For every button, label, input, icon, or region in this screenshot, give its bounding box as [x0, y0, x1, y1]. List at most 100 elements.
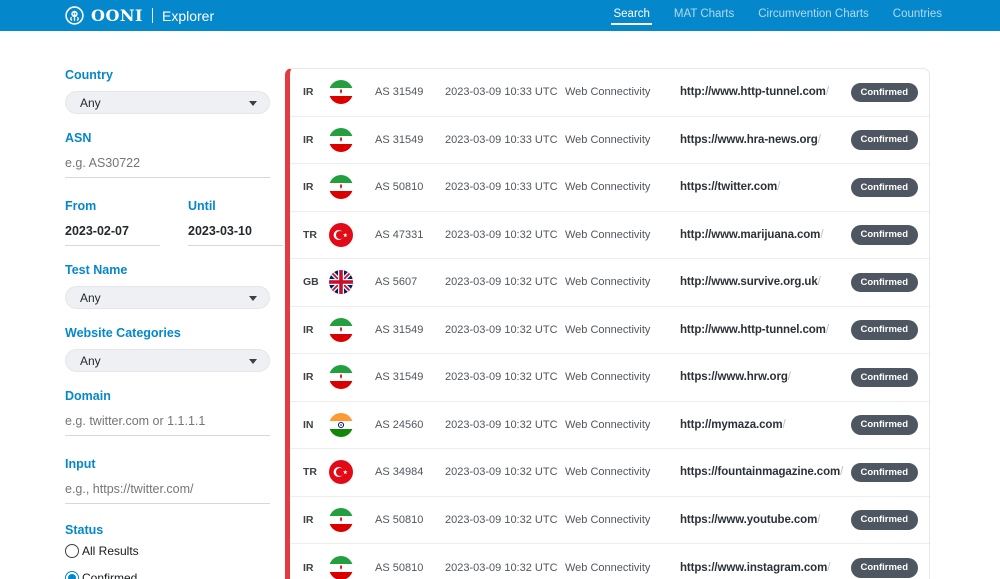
test-name-value: Web Connectivity	[565, 276, 680, 288]
website-categories-select[interactable]: Any	[65, 349, 270, 372]
results-list: IR AS 31549 2023-03-09 10:33 UTC Web Con…	[285, 68, 930, 579]
measurement-url: http://www.http-tunnel.com/	[680, 324, 851, 336]
country-code: IR	[303, 562, 329, 574]
app-header: OONI Explorer Search MAT Charts Circumve…	[0, 0, 1000, 31]
measurement-date: 2023-03-09 10:32 UTC	[445, 419, 565, 431]
country-code: IR	[303, 181, 329, 193]
country-flag-icon	[329, 365, 353, 389]
asn-value: AS 5607	[375, 276, 445, 288]
radio-icon[interactable]	[65, 544, 79, 558]
measurement-url: https://www.youtube.com/	[680, 514, 851, 526]
input-url-input[interactable]	[65, 480, 270, 504]
asn-value: AS 31549	[375, 86, 445, 98]
measurement-row[interactable]: IR AS 50810 2023-03-09 10:32 UTC Web Con…	[290, 544, 929, 579]
measurement-row[interactable]: TR AS 34984 2023-03-09 10:32 UTC Web Con…	[290, 449, 929, 497]
until-label: Until	[188, 199, 283, 213]
country-code: IR	[303, 324, 329, 336]
country-flag-icon	[329, 318, 353, 342]
filter-until: Until	[188, 199, 283, 246]
filter-status: Status All Results Confirmed	[65, 523, 285, 579]
nav-search[interactable]: Search	[613, 4, 649, 27]
test-name-select-value: Any	[80, 291, 101, 305]
filter-test-name: Test Name Any	[65, 263, 285, 309]
country-code: IR	[303, 134, 329, 146]
website-categories-label: Website Categories	[65, 326, 285, 340]
until-date-input[interactable]	[188, 222, 283, 246]
measurement-date: 2023-03-09 10:32 UTC	[445, 562, 565, 574]
test-name-value: Web Connectivity	[565, 86, 680, 98]
filter-domain: Domain	[65, 389, 285, 436]
measurement-row[interactable]: IR AS 50810 2023-03-09 10:33 UTC Web Con…	[290, 164, 929, 212]
measurement-row[interactable]: GB AS 5607 2023-03-09 10:32 UTC Web Conn…	[290, 259, 929, 307]
measurement-date: 2023-03-09 10:33 UTC	[445, 86, 565, 98]
country-flag-icon	[329, 80, 353, 104]
asn-value: AS 24560	[375, 419, 445, 431]
from-label: From	[65, 199, 160, 213]
measurement-row[interactable]: IN AS 24560 2023-03-09 10:32 UTC Web Con…	[290, 402, 929, 450]
status-option-label: Confirmed	[82, 571, 137, 579]
country-select[interactable]: Any	[65, 91, 270, 114]
chevron-down-icon	[249, 359, 257, 364]
asn-value: AS 31549	[375, 134, 445, 146]
country-flag-icon	[329, 128, 353, 152]
country-code: TR	[303, 229, 329, 241]
status-badge: Confirmed	[851, 320, 919, 340]
from-date-input[interactable]	[65, 222, 160, 246]
website-categories-select-value: Any	[80, 354, 101, 368]
test-name-value: Web Connectivity	[565, 466, 680, 478]
ooni-logo[interactable]: OONI Explorer	[65, 6, 214, 25]
nav-mat-charts[interactable]: MAT Charts	[674, 4, 734, 27]
measurement-url: http://www.http-tunnel.com/	[680, 86, 851, 98]
asn-value: AS 50810	[375, 181, 445, 193]
country-label: Country	[65, 68, 285, 82]
test-name-select[interactable]: Any	[65, 286, 270, 309]
country-code: IR	[303, 86, 329, 98]
country-flag-icon	[329, 556, 353, 579]
status-badge: Confirmed	[851, 178, 919, 198]
filter-from: From	[65, 199, 160, 246]
test-name-value: Web Connectivity	[565, 229, 680, 241]
asn-value: AS 31549	[375, 371, 445, 383]
measurement-url: http://www.survive.org.uk/	[680, 276, 851, 288]
status-option-all-results[interactable]: All Results	[65, 544, 285, 558]
asn-value: AS 47331	[375, 229, 445, 241]
measurement-url: http://www.marijuana.com/	[680, 229, 851, 241]
asn-label: ASN	[65, 131, 285, 145]
test-name-value: Web Connectivity	[565, 514, 680, 526]
status-badge: Confirmed	[851, 415, 919, 435]
domain-input[interactable]	[65, 412, 270, 436]
measurement-url: https://twitter.com/	[680, 181, 851, 193]
status-option-confirmed[interactable]: Confirmed	[65, 571, 285, 579]
country-flag-icon	[329, 270, 353, 294]
measurement-date: 2023-03-09 10:32 UTC	[445, 371, 565, 383]
asn-input[interactable]	[65, 154, 270, 178]
measurement-row[interactable]: IR AS 31549 2023-03-09 10:32 UTC Web Con…	[290, 354, 929, 402]
filter-dates: From Until	[65, 199, 285, 263]
ooni-octopus-icon	[65, 6, 84, 25]
asn-value: AS 50810	[375, 562, 445, 574]
main-nav: Search MAT Charts Circumvention Charts C…	[613, 4, 942, 27]
filter-website-categories: Website Categories Any	[65, 326, 285, 372]
country-select-value: Any	[80, 96, 101, 110]
test-name-label: Test Name	[65, 263, 285, 277]
measurement-date: 2023-03-09 10:32 UTC	[445, 276, 565, 288]
filter-sidebar: Country Any ASN From Until Test Name Any	[65, 31, 285, 579]
measurement-url: http://mymaza.com/	[680, 419, 851, 431]
input-label: Input	[65, 457, 285, 471]
status-badge: Confirmed	[851, 225, 919, 245]
test-name-value: Web Connectivity	[565, 371, 680, 383]
measurement-row[interactable]: IR AS 31549 2023-03-09 10:33 UTC Web Con…	[290, 69, 929, 117]
radio-icon[interactable]	[65, 571, 79, 579]
measurement-date: 2023-03-09 10:32 UTC	[445, 229, 565, 241]
measurement-url: https://fountainmagazine.com/	[680, 466, 851, 478]
status-badge: Confirmed	[851, 83, 919, 103]
measurement-row[interactable]: IR AS 50810 2023-03-09 10:32 UTC Web Con…	[290, 497, 929, 545]
status-badge: Confirmed	[851, 273, 919, 293]
measurement-row[interactable]: IR AS 31549 2023-03-09 10:32 UTC Web Con…	[290, 307, 929, 355]
measurement-row[interactable]: IR AS 31549 2023-03-09 10:33 UTC Web Con…	[290, 117, 929, 165]
nav-circumvention-charts[interactable]: Circumvention Charts	[758, 4, 869, 27]
nav-countries[interactable]: Countries	[893, 4, 942, 27]
measurement-date: 2023-03-09 10:33 UTC	[445, 134, 565, 146]
measurement-row[interactable]: TR AS 47331 2023-03-09 10:32 UTC Web Con…	[290, 212, 929, 260]
chevron-down-icon	[249, 296, 257, 301]
